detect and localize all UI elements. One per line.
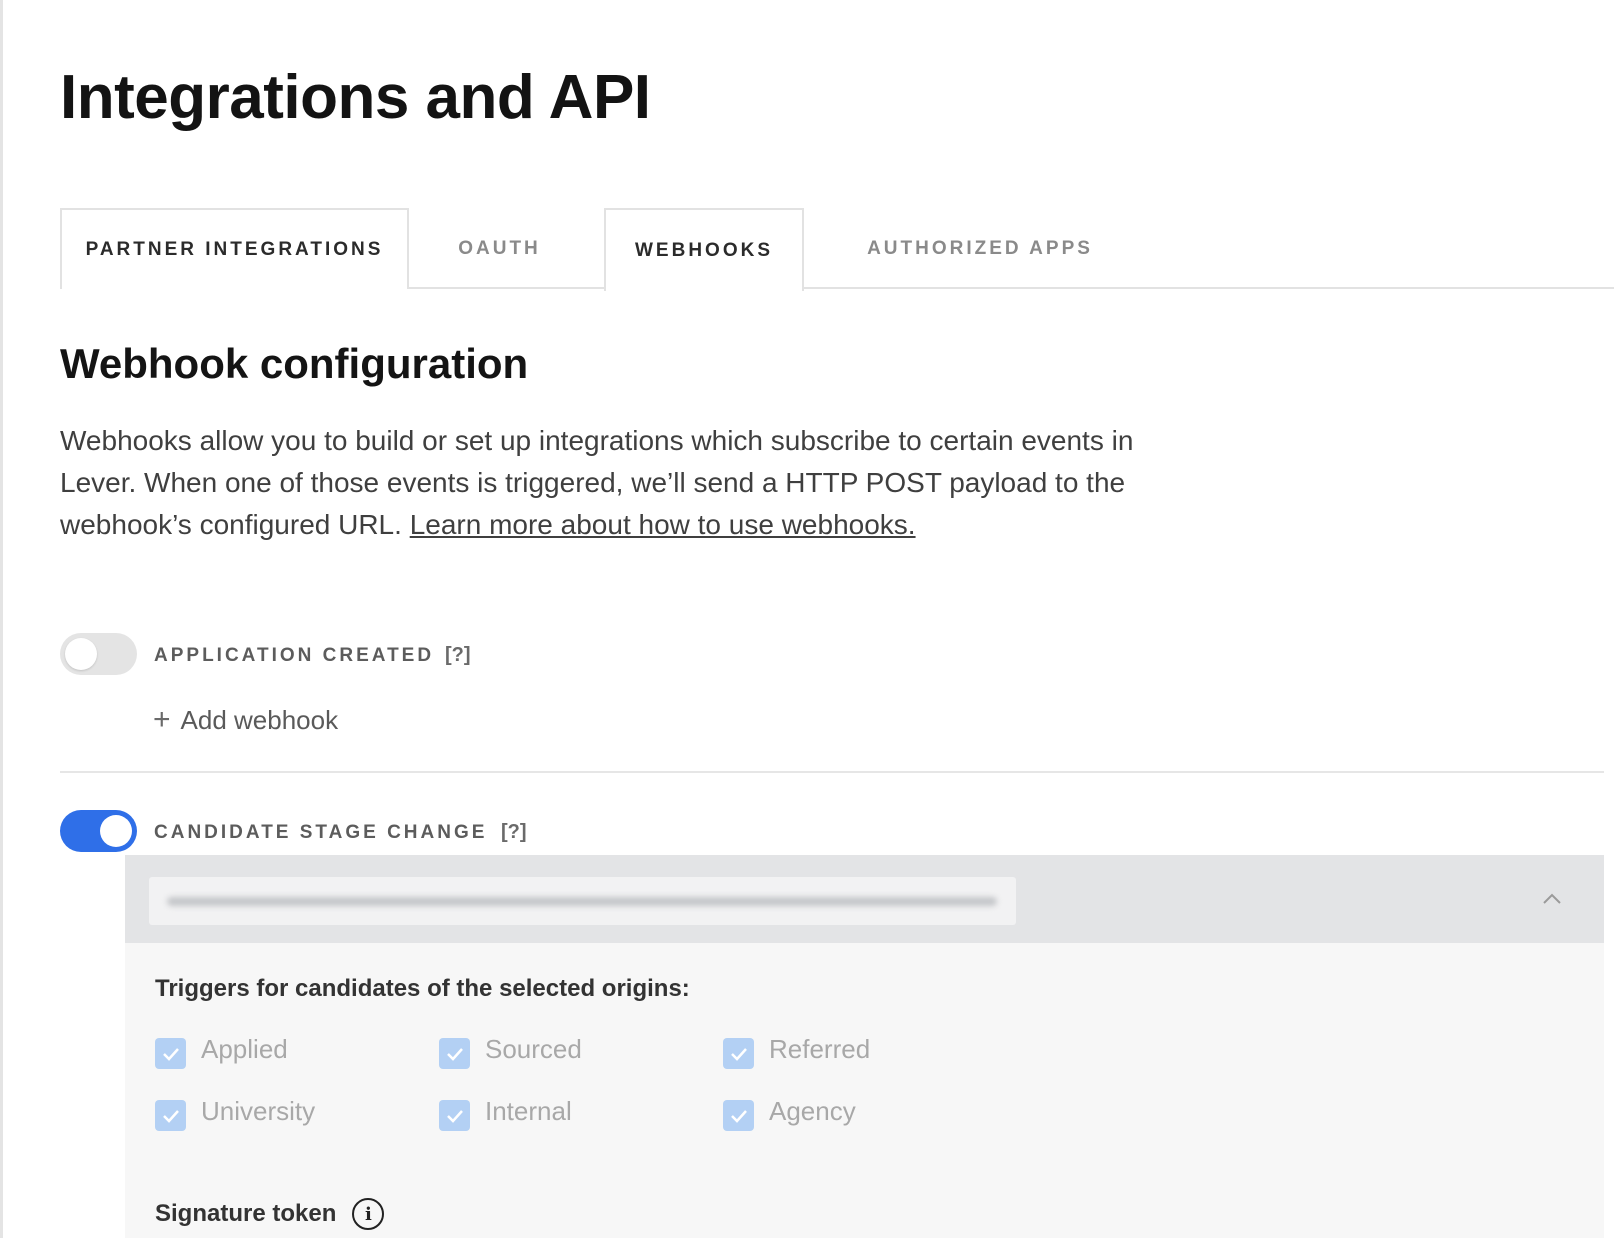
- redacted-url: [167, 897, 997, 906]
- origin-internal[interactable]: Internal: [439, 1092, 572, 1131]
- checkbox-checked-icon[interactable]: [155, 1038, 186, 1069]
- tab-bar: PARTNER INTEGRATIONS OAUTH WEBHOOKS AUTH…: [60, 208, 1614, 291]
- application-created-help[interactable]: [?]: [445, 644, 471, 667]
- add-webhook-button[interactable]: + Add webhook: [153, 703, 338, 737]
- candidate-stage-change-toggle[interactable]: [60, 810, 137, 852]
- origin-university[interactable]: University: [155, 1092, 315, 1131]
- origin-label: University: [201, 1096, 316, 1126]
- section-title: Webhook configuration: [60, 340, 529, 387]
- chevron-up-icon[interactable]: [1542, 889, 1562, 909]
- webhook-header[interactable]: [125, 855, 1604, 943]
- tab-authorized-apps[interactable]: AUTHORIZED APPS: [850, 208, 1110, 289]
- page-title: Integrations and API: [60, 63, 651, 132]
- tab-oauth[interactable]: OAUTH: [409, 208, 590, 289]
- learn-more-link[interactable]: Learn more about how to use webhooks.: [410, 509, 916, 540]
- checkbox-checked-icon[interactable]: [723, 1100, 754, 1131]
- checkbox-checked-icon[interactable]: [723, 1038, 754, 1069]
- origin-label: Agency: [769, 1096, 856, 1126]
- candidate-stage-change-help[interactable]: [?]: [501, 821, 527, 844]
- origin-label: Applied: [201, 1034, 288, 1064]
- origin-sourced[interactable]: Sourced: [439, 1030, 582, 1069]
- origin-referred[interactable]: Referred: [723, 1030, 870, 1069]
- triggers-heading: Triggers for candidates of the selected …: [155, 975, 690, 1002]
- signature-token-text: Signature token: [155, 1200, 337, 1227]
- webhook-url-field[interactable]: [149, 877, 1016, 925]
- signature-token-label: Signature token i: [155, 1198, 385, 1230]
- info-icon[interactable]: i: [352, 1198, 385, 1230]
- toggle-knob: [65, 638, 97, 670]
- application-created-label: APPLICATION CREATED: [154, 645, 435, 666]
- checkbox-checked-icon[interactable]: [439, 1038, 470, 1069]
- add-webhook-label: Add webhook: [180, 704, 339, 735]
- webhook-panel: Triggers for candidates of the selected …: [125, 855, 1604, 1238]
- origin-label: Sourced: [485, 1034, 582, 1064]
- checkbox-checked-icon[interactable]: [439, 1100, 470, 1131]
- origin-agency[interactable]: Agency: [723, 1092, 856, 1131]
- left-border: [0, 0, 3, 1238]
- plus-icon: +: [153, 703, 171, 736]
- origin-applied[interactable]: Applied: [155, 1030, 288, 1069]
- toggle-knob: [100, 815, 132, 847]
- origin-label: Internal: [485, 1096, 572, 1126]
- tab-webhooks[interactable]: WEBHOOKS: [604, 208, 804, 291]
- application-created-toggle[interactable]: [60, 633, 137, 675]
- candidate-stage-change-label: CANDIDATE STAGE CHANGE: [154, 822, 488, 843]
- tab-partner-integrations[interactable]: PARTNER INTEGRATIONS: [60, 208, 409, 289]
- divider: [60, 771, 1604, 773]
- section-description: Webhooks allow you to build or set up in…: [60, 420, 1210, 546]
- origin-label: Referred: [769, 1034, 871, 1064]
- checkbox-checked-icon[interactable]: [155, 1100, 186, 1131]
